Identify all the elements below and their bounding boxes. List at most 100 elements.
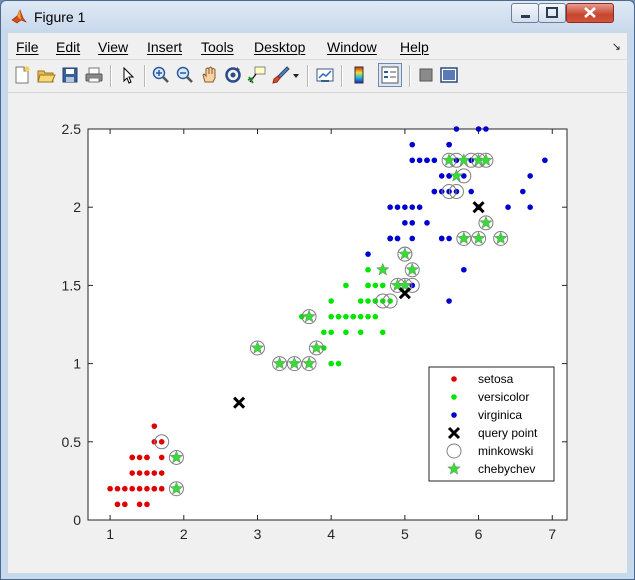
dock-figure-icon[interactable]: ↘ — [612, 40, 621, 53]
pointer-icon[interactable] — [118, 65, 138, 85]
legend-label: setosa — [478, 372, 514, 386]
print-icon[interactable] — [84, 65, 104, 85]
versicolor-point — [328, 298, 334, 304]
menu-edit[interactable]: Edit — [56, 39, 80, 55]
virginica-point — [542, 157, 548, 164]
x-tick-label: 1 — [106, 526, 114, 542]
menu-tools[interactable]: Tools — [201, 39, 234, 55]
setosa-point — [158, 439, 165, 445]
versicolor-point — [379, 282, 386, 289]
virginica-point — [409, 235, 416, 242]
link-plot-icon[interactable] — [315, 65, 335, 85]
hide-plot-tools-icon[interactable] — [416, 65, 436, 85]
menu-insert[interactable]: Insert — [147, 39, 182, 55]
setosa-point — [144, 454, 150, 461]
setosa-point — [129, 470, 136, 476]
toolbar-separator — [341, 65, 343, 87]
title-bar[interactable]: Figure 1 — [1, 1, 634, 33]
colorbar-icon[interactable] — [349, 65, 369, 85]
legend[interactable]: setosa versicolor virginica query point mink… — [428, 366, 555, 482]
menu-help[interactable]: Help — [400, 39, 429, 55]
y-tick-label: 0.5 — [62, 434, 82, 450]
x-tick-label: 5 — [401, 526, 409, 542]
setosa-point — [151, 470, 158, 476]
virginica-point — [431, 188, 438, 195]
figure-canvas: 1 2 3 4 5 6 7 0 0.5 1 1.5 2 2.5 setosa versicolor virg… — [8, 94, 627, 573]
virginica-point — [483, 126, 489, 132]
maximize-button[interactable] — [538, 3, 566, 23]
legend-icon — [381, 66, 399, 84]
minimize-button[interactable] — [511, 3, 539, 23]
x-tick-label: 6 — [475, 526, 483, 542]
versicolor-point — [357, 329, 364, 336]
virginica-point — [527, 173, 533, 179]
setosa-point — [114, 485, 121, 492]
setosa-point — [136, 485, 143, 492]
show-plot-tools-icon[interactable] — [439, 65, 459, 85]
save-icon[interactable] — [60, 65, 80, 85]
virginica-point — [461, 266, 467, 273]
virginica-point — [387, 204, 393, 210]
toolbar-separator — [144, 65, 146, 87]
virginica-point — [527, 204, 533, 210]
virginica-point — [409, 141, 416, 148]
virginica-point — [438, 173, 445, 179]
maximize-icon — [546, 7, 558, 18]
legend-label: versicolor — [478, 390, 529, 404]
legend-label: chebychev — [478, 462, 535, 476]
virginica-point — [438, 235, 445, 242]
window-title: Figure 1 — [34, 9, 86, 25]
virginica-point — [468, 188, 475, 195]
virginica-point — [424, 157, 430, 164]
brush-dropdown-icon[interactable] — [291, 65, 301, 85]
versicolor-point — [343, 282, 349, 289]
versicolor-point — [335, 313, 342, 320]
menu-desktop[interactable]: Desktop — [254, 39, 305, 55]
virginica-point — [402, 204, 408, 210]
versicolor-point — [372, 313, 379, 320]
toolbar-separator — [409, 65, 411, 87]
figure-client-area: File Edit View Insert Tools Desktop Wind… — [8, 33, 627, 573]
legend-button[interactable] — [378, 63, 402, 87]
rotate-3d-icon[interactable] — [223, 65, 243, 85]
virginica-point — [431, 157, 438, 164]
matlab-app-icon — [11, 9, 27, 24]
menu-view[interactable]: View — [98, 39, 128, 55]
setosa-point — [107, 485, 113, 492]
data-cursor-icon[interactable] — [247, 65, 267, 85]
close-button[interactable] — [566, 3, 614, 23]
virginica-point — [505, 204, 511, 210]
open-file-icon[interactable] — [36, 65, 56, 85]
setosa-point — [122, 485, 128, 492]
legend-setosa-marker — [451, 376, 457, 382]
new-figure-icon[interactable] — [12, 65, 32, 85]
versicolor-point — [321, 329, 327, 336]
virginica-point — [446, 298, 452, 304]
x-tick-label: 4 — [327, 526, 335, 542]
virginica-point — [416, 204, 423, 210]
zoom-in-icon[interactable] — [151, 65, 171, 85]
y-tick-label: 1 — [73, 356, 81, 372]
virginica-point — [446, 141, 452, 148]
virginica-point — [409, 220, 416, 226]
versicolor-point — [357, 313, 364, 320]
close-icon — [584, 7, 596, 18]
toolbar-separator — [307, 65, 309, 87]
versicolor-point — [335, 360, 342, 367]
setosa-point — [122, 501, 128, 508]
scatter-plot[interactable]: 1 2 3 4 5 6 7 0 0.5 1 1.5 2 2.5 setosa versicolor virg… — [8, 94, 627, 573]
menu-window[interactable]: Window — [327, 39, 377, 55]
x-tick-label: 3 — [254, 526, 262, 542]
menu-file[interactable]: File — [16, 39, 39, 55]
brush-icon[interactable] — [271, 65, 291, 85]
setosa-point — [136, 470, 143, 476]
minimize-icon — [521, 15, 530, 18]
virginica-point — [394, 235, 401, 242]
zoom-out-icon[interactable] — [175, 65, 195, 85]
versicolor-point — [328, 329, 334, 336]
versicolor-point — [343, 329, 349, 336]
pan-hand-icon[interactable] — [199, 65, 219, 85]
virginica-point — [446, 235, 452, 242]
setosa-point — [144, 501, 150, 508]
y-tick-label: 1.5 — [62, 277, 82, 293]
